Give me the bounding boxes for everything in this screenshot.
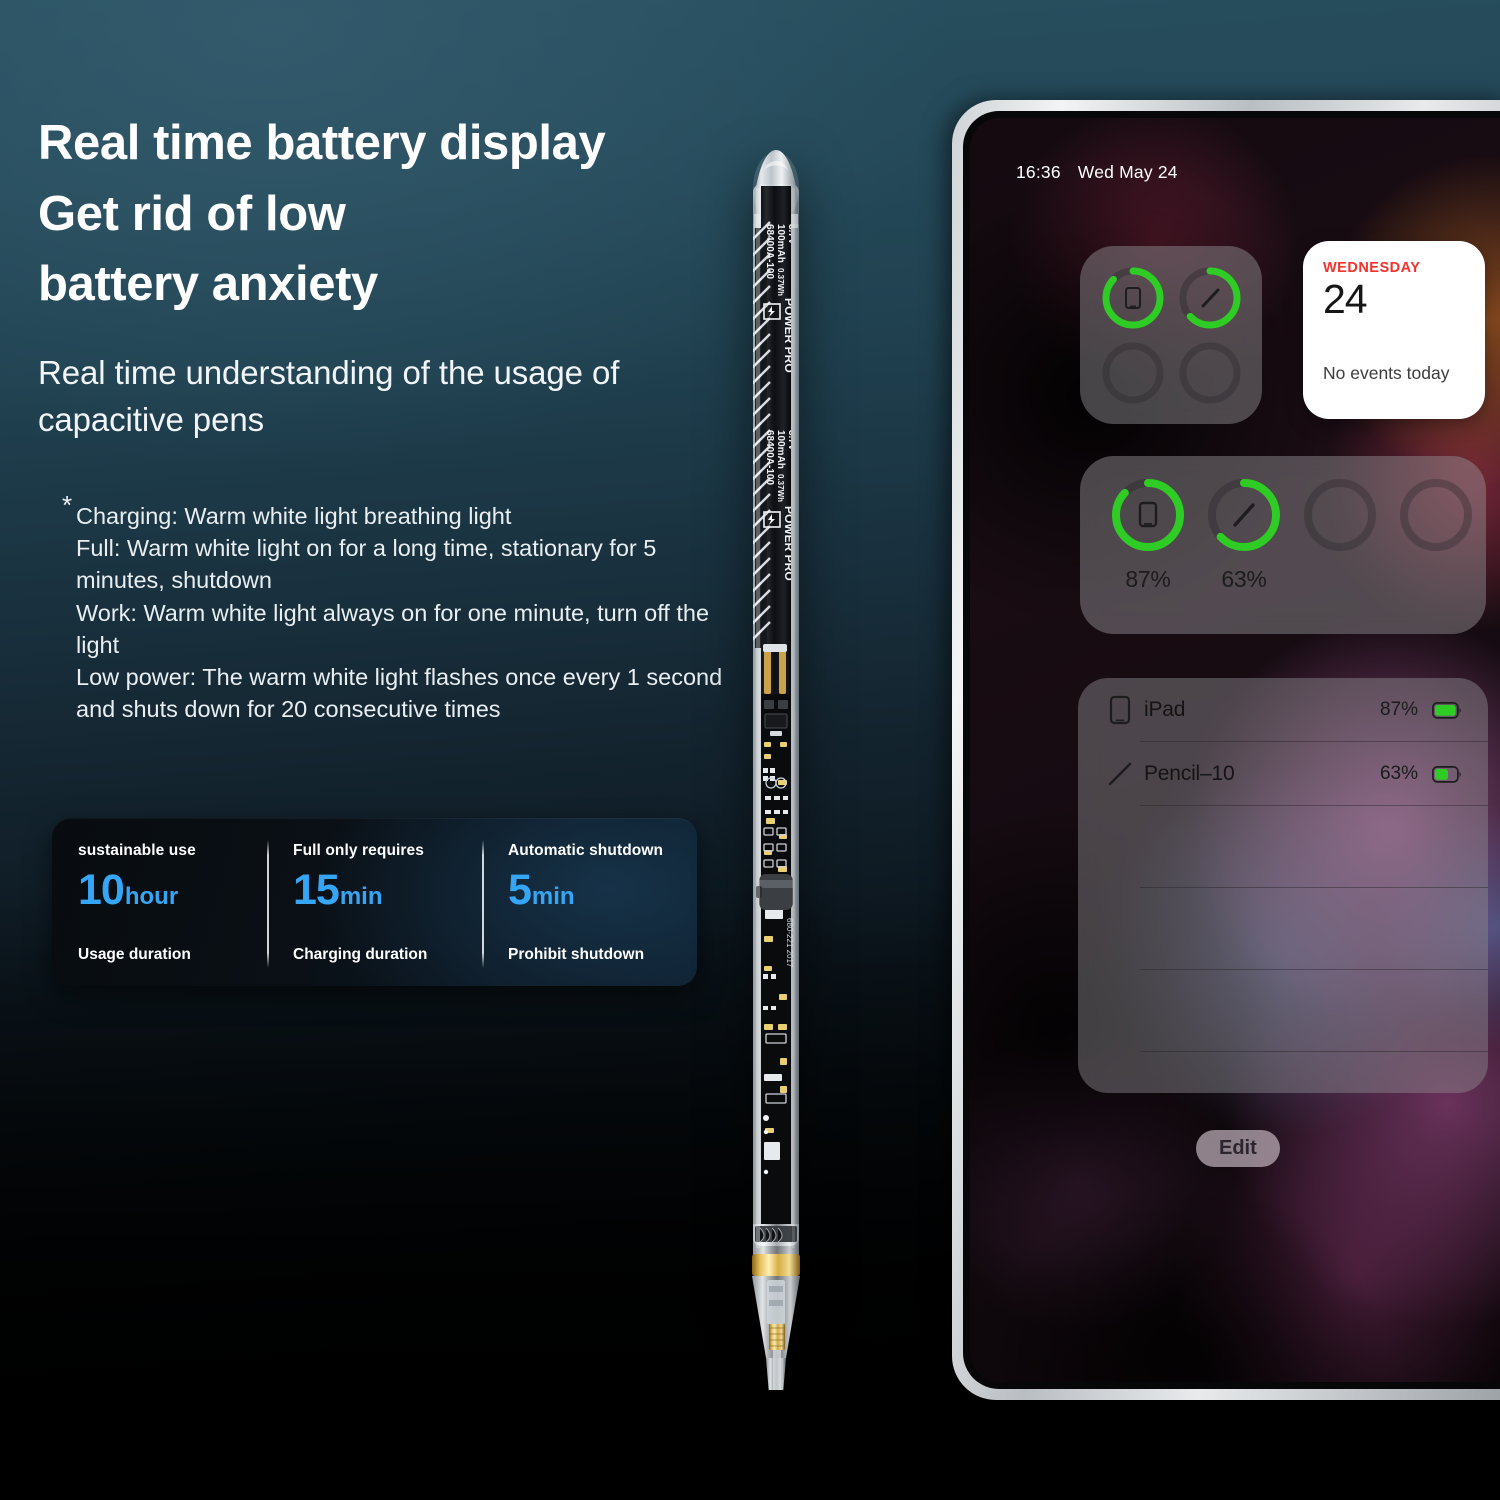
battery-ring-pencil[interactable] — [1171, 260, 1248, 335]
svg-text:68400A-100: 68400A-100 — [764, 224, 775, 279]
note-line-work: Work: Warm white light always on for one… — [76, 599, 710, 658]
stylus-pen-product-image: 3.7V 100mAh 0.37Wh 68400A-100 POWER PRO … — [742, 128, 814, 1390]
list-item[interactable] — [1078, 888, 1488, 970]
battery-wide-widget[interactable]: 87% 63% — [1080, 456, 1486, 634]
calendar-events: No events today — [1323, 363, 1450, 384]
stat-unit: hour — [124, 883, 179, 910]
stat-prohibit-shutdown: Automatic shutdown 5min Prohibit shutdow… — [482, 818, 697, 986]
asterisk-marker: * — [62, 490, 73, 520]
stat-number: 10 — [78, 866, 125, 914]
status-date: Wed May 24 — [1077, 162, 1178, 182]
battery-list-widget[interactable]: iPad 87% Pencil–10 63% — [1078, 678, 1488, 1093]
tablet-screen: 16:36 Wed May 24 WEDNESDAY 24 No events … — [970, 118, 1500, 1382]
list-item[interactable] — [1078, 806, 1488, 888]
list-item-percent: 87% — [1379, 699, 1418, 720]
battery-grid-widget[interactable] — [1080, 246, 1262, 424]
calendar-day: 24 — [1323, 276, 1368, 322]
battery-wide-cell-empty-1[interactable] — [1292, 476, 1388, 566]
stat-usage-duration: sustainable use 10hour Usage duration — [52, 818, 267, 986]
stat-value: 10hour — [78, 869, 267, 912]
stat-charging-duration: Full only requires 15min Charging durati… — [267, 818, 482, 986]
headline-line-1: Real time battery display — [38, 116, 606, 170]
promo-banner: Real time battery display Get rid of low… — [0, 0, 1500, 1500]
row-separator — [1140, 1051, 1488, 1052]
pencil-icon — [1100, 760, 1140, 788]
stat-label-top: sustainable use — [78, 842, 196, 859]
svg-text:100mAh: 100mAh — [775, 224, 786, 263]
ipad-icon — [1138, 501, 1158, 528]
battery-wide-percent: 63% — [1221, 566, 1267, 592]
battery-wide-cell-empty-2[interactable] — [1388, 476, 1484, 566]
note-line-charging: Charging: Warm white light breathing lig… — [76, 503, 512, 529]
svg-text:68400A-100: 68400A-100 — [764, 430, 775, 485]
stat-label-top: Automatic shutdown — [508, 842, 664, 859]
status-bar: 16:36 Wed May 24 — [1016, 162, 1178, 183]
list-item-name: Pencil–10 — [1144, 762, 1235, 785]
svg-text:0.37Wh: 0.37Wh — [776, 474, 785, 502]
list-item[interactable]: Pencil–10 63% — [1078, 742, 1488, 806]
calendar-widget[interactable]: WEDNESDAY 24 No events today — [1303, 241, 1485, 419]
headline-line-2: Get rid of low — [38, 186, 346, 241]
stat-unit: min — [531, 883, 575, 910]
stat-value: 5min — [508, 869, 697, 912]
battery-wide-percent: 87% — [1125, 566, 1171, 592]
stat-number: 5 — [508, 866, 532, 914]
stat-label-bottom: Usage duration — [78, 946, 191, 963]
calendar-weekday: WEDNESDAY — [1323, 260, 1421, 276]
stat-label-top: Full only requires — [293, 842, 424, 859]
battery-wide-cell-pencil[interactable]: 63% — [1196, 476, 1292, 593]
battery-ring-empty-1[interactable] — [1094, 335, 1171, 410]
status-time: 16:36 — [1016, 162, 1061, 182]
svg-text:0.37Wh: 0.37Wh — [776, 268, 785, 296]
note-line-low-power: Low power: The warm white light flashes … — [76, 663, 723, 723]
stat-label-bottom: Prohibit shutdown — [508, 946, 645, 963]
marketing-copy: Real time battery display Get rid of low… — [38, 108, 768, 443]
battery-icon — [1432, 765, 1462, 783]
stat-number: 15 — [293, 866, 340, 914]
tablet-device: 16:36 Wed May 24 WEDNESDAY 24 No events … — [952, 100, 1500, 1400]
stat-value: 15min — [293, 869, 482, 912]
pencil-icon — [1233, 503, 1255, 527]
pencil-icon — [1201, 288, 1219, 307]
edit-button[interactable]: Edit — [1196, 1130, 1280, 1167]
ipad-icon — [1124, 286, 1141, 309]
subheadline: Real time understanding of the usage of … — [38, 353, 620, 438]
battery-icon — [1432, 701, 1462, 719]
list-item[interactable]: iPad 87% — [1078, 678, 1488, 742]
ipad-icon — [1100, 695, 1140, 725]
page-title: Real time battery display Get rid of low… — [38, 108, 768, 320]
led-behaviour-notes: * Charging: Warm white light breathing l… — [62, 492, 742, 725]
svg-text:100mAh: 100mAh — [775, 430, 786, 469]
battery-wide-cell-ipad[interactable]: 87% — [1100, 476, 1196, 593]
battery-ring-ipad[interactable] — [1094, 260, 1171, 335]
spec-stats-card: sustainable use 10hour Usage duration Fu… — [52, 818, 697, 986]
list-item-name: iPad — [1144, 698, 1186, 721]
note-line-full: Full: Warm white light on for a long tim… — [76, 535, 657, 594]
list-item[interactable] — [1078, 970, 1488, 1052]
stat-unit: min — [339, 883, 383, 910]
tablet-bezel: 16:36 Wed May 24 WEDNESDAY 24 No events … — [963, 111, 1500, 1389]
list-item-percent: 63% — [1379, 763, 1418, 784]
headline-line-3: battery anxiety — [38, 257, 378, 312]
battery-ring-empty-2[interactable] — [1171, 335, 1248, 410]
stat-label-bottom: Charging duration — [293, 946, 428, 963]
